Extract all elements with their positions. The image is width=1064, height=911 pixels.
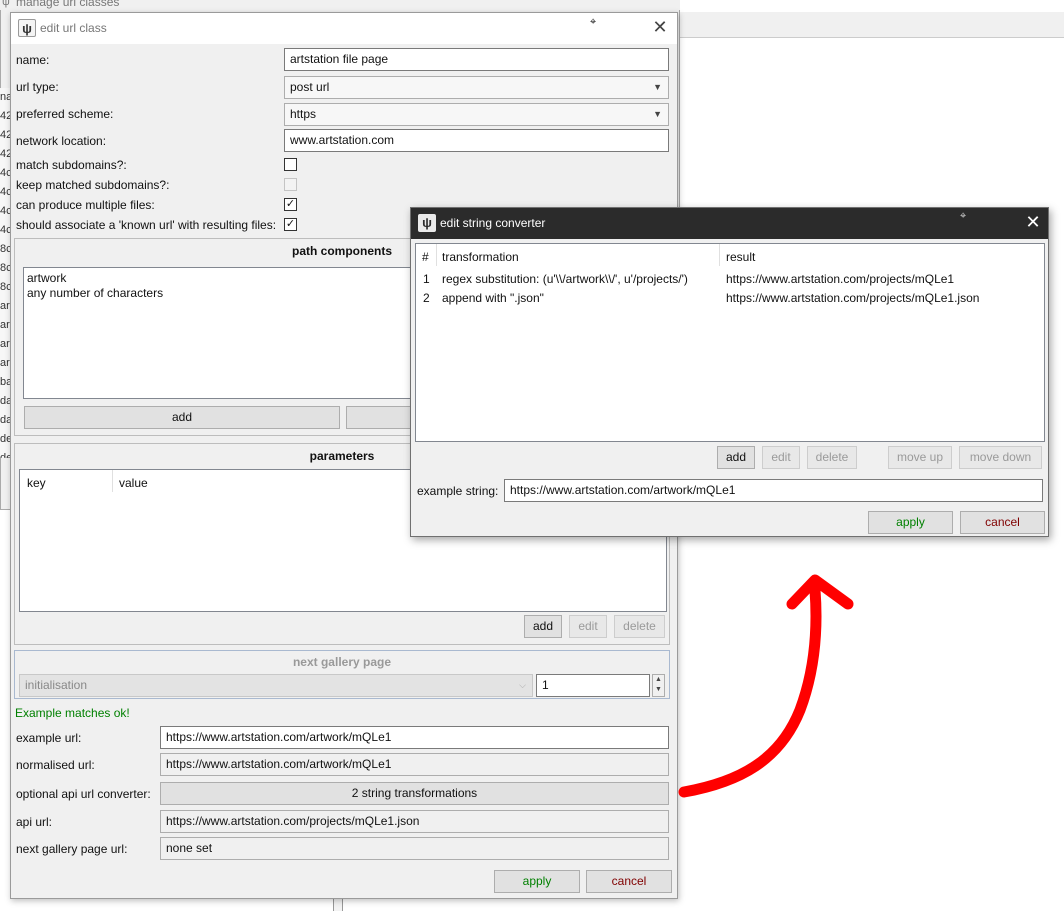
- keep-matched-subdomains-label: keep matched subdomains?:: [16, 178, 170, 192]
- column-header-result[interactable]: result: [726, 250, 755, 264]
- psi-app-icon: ψ: [2, 0, 10, 8]
- resize-cursor-icon: ⌖: [590, 16, 597, 28]
- next-gallery-page-panel: next gallery page initialisation ⌵ 1 ▲ ▼: [14, 650, 670, 699]
- move-down-button[interactable]: move down: [959, 446, 1042, 469]
- transformations-list[interactable]: # transformation result 1 regex substitu…: [415, 243, 1045, 442]
- url-type-value: post url: [290, 80, 330, 94]
- parameters-edit-button[interactable]: edit: [569, 615, 607, 638]
- url-type-label: url type:: [16, 80, 59, 94]
- row-2-number: 2: [423, 291, 430, 305]
- next-gallery-number-input[interactable]: 1: [536, 674, 650, 697]
- row-2-result: https://www.artstation.com/projects/mQLe…: [726, 291, 980, 305]
- chevron-down-icon: ▼: [653, 109, 662, 119]
- parameters-delete-button[interactable]: delete: [614, 615, 665, 638]
- column-separator: [719, 244, 720, 266]
- close-icon[interactable]: ✕: [649, 17, 671, 39]
- api-url-field: https://www.artstation.com/projects/mQLe…: [160, 810, 669, 833]
- preferred-scheme-value: https: [290, 107, 317, 121]
- row-1-transformation[interactable]: regex substitution: (u'\\/artwork\\/', u…: [442, 272, 688, 287]
- cancel-button[interactable]: cancel: [586, 870, 672, 893]
- path-component-item[interactable]: any number of characters: [27, 286, 163, 301]
- string-converter-apply-button[interactable]: apply: [868, 511, 953, 534]
- arrow-shaft: [678, 584, 822, 798]
- transformation-edit-button[interactable]: edit: [762, 446, 800, 469]
- associate-known-url-label: should associate a 'known url' with resu…: [16, 218, 277, 232]
- parameters-add-button[interactable]: add: [524, 615, 562, 638]
- column-separator: [112, 470, 113, 492]
- transformation-delete-button[interactable]: delete: [807, 446, 857, 469]
- row-1-result: https://www.artstation.com/projects/mQLe…: [726, 272, 955, 286]
- next-gallery-type-select[interactable]: initialisation ⌵: [19, 674, 533, 697]
- psi-app-icon: ψ: [18, 19, 36, 37]
- normalised-url-field: https://www.artstation.com/artwork/mQLe1: [160, 753, 669, 776]
- background-toolbar-strip: [680, 12, 1064, 38]
- red-arrow-annotation: [678, 574, 854, 798]
- api-url-label: api url:: [16, 815, 53, 829]
- next-gallery-type-value: initialisation: [25, 678, 88, 692]
- can-produce-multiple-checkbox[interactable]: ✓: [284, 198, 297, 211]
- column-separator: [436, 244, 437, 266]
- preferred-scheme-select[interactable]: https ▼: [284, 103, 669, 126]
- path-add-button[interactable]: add: [24, 406, 340, 429]
- network-location-input[interactable]: www.artstation.com: [284, 129, 669, 152]
- example-string-input[interactable]: https://www.artstation.com/artwork/mQLe1: [504, 479, 1043, 502]
- associate-known-url-checkbox[interactable]: ✓: [284, 218, 297, 231]
- apply-button[interactable]: apply: [494, 870, 580, 893]
- preferred-scheme-label: preferred scheme:: [16, 107, 114, 121]
- api-converter-button[interactable]: 2 string transformations: [160, 782, 669, 805]
- column-header-transformation[interactable]: transformation: [442, 250, 519, 264]
- spin-down-icon[interactable]: ▼: [653, 685, 664, 695]
- path-component-item[interactable]: artwork: [27, 271, 163, 286]
- column-header-number[interactable]: #: [422, 250, 429, 264]
- example-string-label: example string:: [417, 484, 499, 498]
- match-subdomains-label: match subdomains?:: [16, 158, 127, 172]
- transformation-add-button[interactable]: add: [717, 446, 755, 469]
- name-label: name:: [16, 53, 50, 67]
- string-converter-titlebar: ψ edit string converter ⌖ ✕: [411, 208, 1048, 239]
- background-window-title: manage url classes: [16, 0, 120, 9]
- example-match-status: Example matches ok!: [15, 706, 130, 720]
- resize-cursor-icon: ⌖: [960, 210, 967, 222]
- api-converter-label: optional api url converter:: [16, 787, 151, 801]
- edit-string-converter-dialog: ψ edit string converter ⌖ ✕ # transforma…: [410, 207, 1049, 537]
- string-converter-title: edit string converter: [440, 216, 546, 230]
- spin-arrows-icon[interactable]: ▲ ▼: [652, 674, 665, 697]
- network-location-label: network location:: [16, 134, 107, 148]
- example-url-input[interactable]: https://www.artstation.com/artwork/mQLe1: [160, 726, 669, 749]
- column-header-value[interactable]: value: [119, 476, 148, 490]
- edit-url-class-title: edit url class: [40, 21, 107, 35]
- move-up-button[interactable]: move up: [888, 446, 952, 469]
- next-gallery-url-field: none set: [160, 837, 669, 860]
- spin-up-icon[interactable]: ▲: [653, 675, 664, 685]
- background-window-titlebar: ψ manage url classes: [0, 0, 680, 10]
- chevron-down-icon: ⌵: [519, 680, 526, 690]
- normalised-url-label: normalised url:: [16, 758, 95, 772]
- row-2-transformation[interactable]: append with ".json": [442, 291, 544, 306]
- example-url-label: example url:: [16, 731, 82, 745]
- column-header-key[interactable]: key: [27, 476, 46, 490]
- can-produce-multiple-label: can produce multiple files:: [16, 198, 155, 212]
- keep-matched-subdomains-checkbox[interactable]: [284, 178, 297, 191]
- next-gallery-page-title: next gallery page: [292, 655, 392, 669]
- url-type-select[interactable]: post url ▼: [284, 76, 669, 99]
- name-input[interactable]: artstation file page: [284, 48, 669, 71]
- check-icon: ✓: [285, 198, 296, 210]
- string-converter-cancel-button[interactable]: cancel: [960, 511, 1045, 534]
- close-icon[interactable]: ✕: [1022, 212, 1044, 234]
- chevron-down-icon: ▼: [653, 82, 662, 92]
- check-icon: ✓: [285, 218, 296, 230]
- next-gallery-url-label: next gallery page url:: [16, 842, 128, 856]
- row-1-number: 1: [423, 272, 430, 286]
- match-subdomains-checkbox[interactable]: [284, 158, 297, 171]
- edit-url-class-titlebar: ψ edit url class ⌖ ✕: [11, 13, 677, 44]
- psi-app-icon: ψ: [418, 214, 436, 232]
